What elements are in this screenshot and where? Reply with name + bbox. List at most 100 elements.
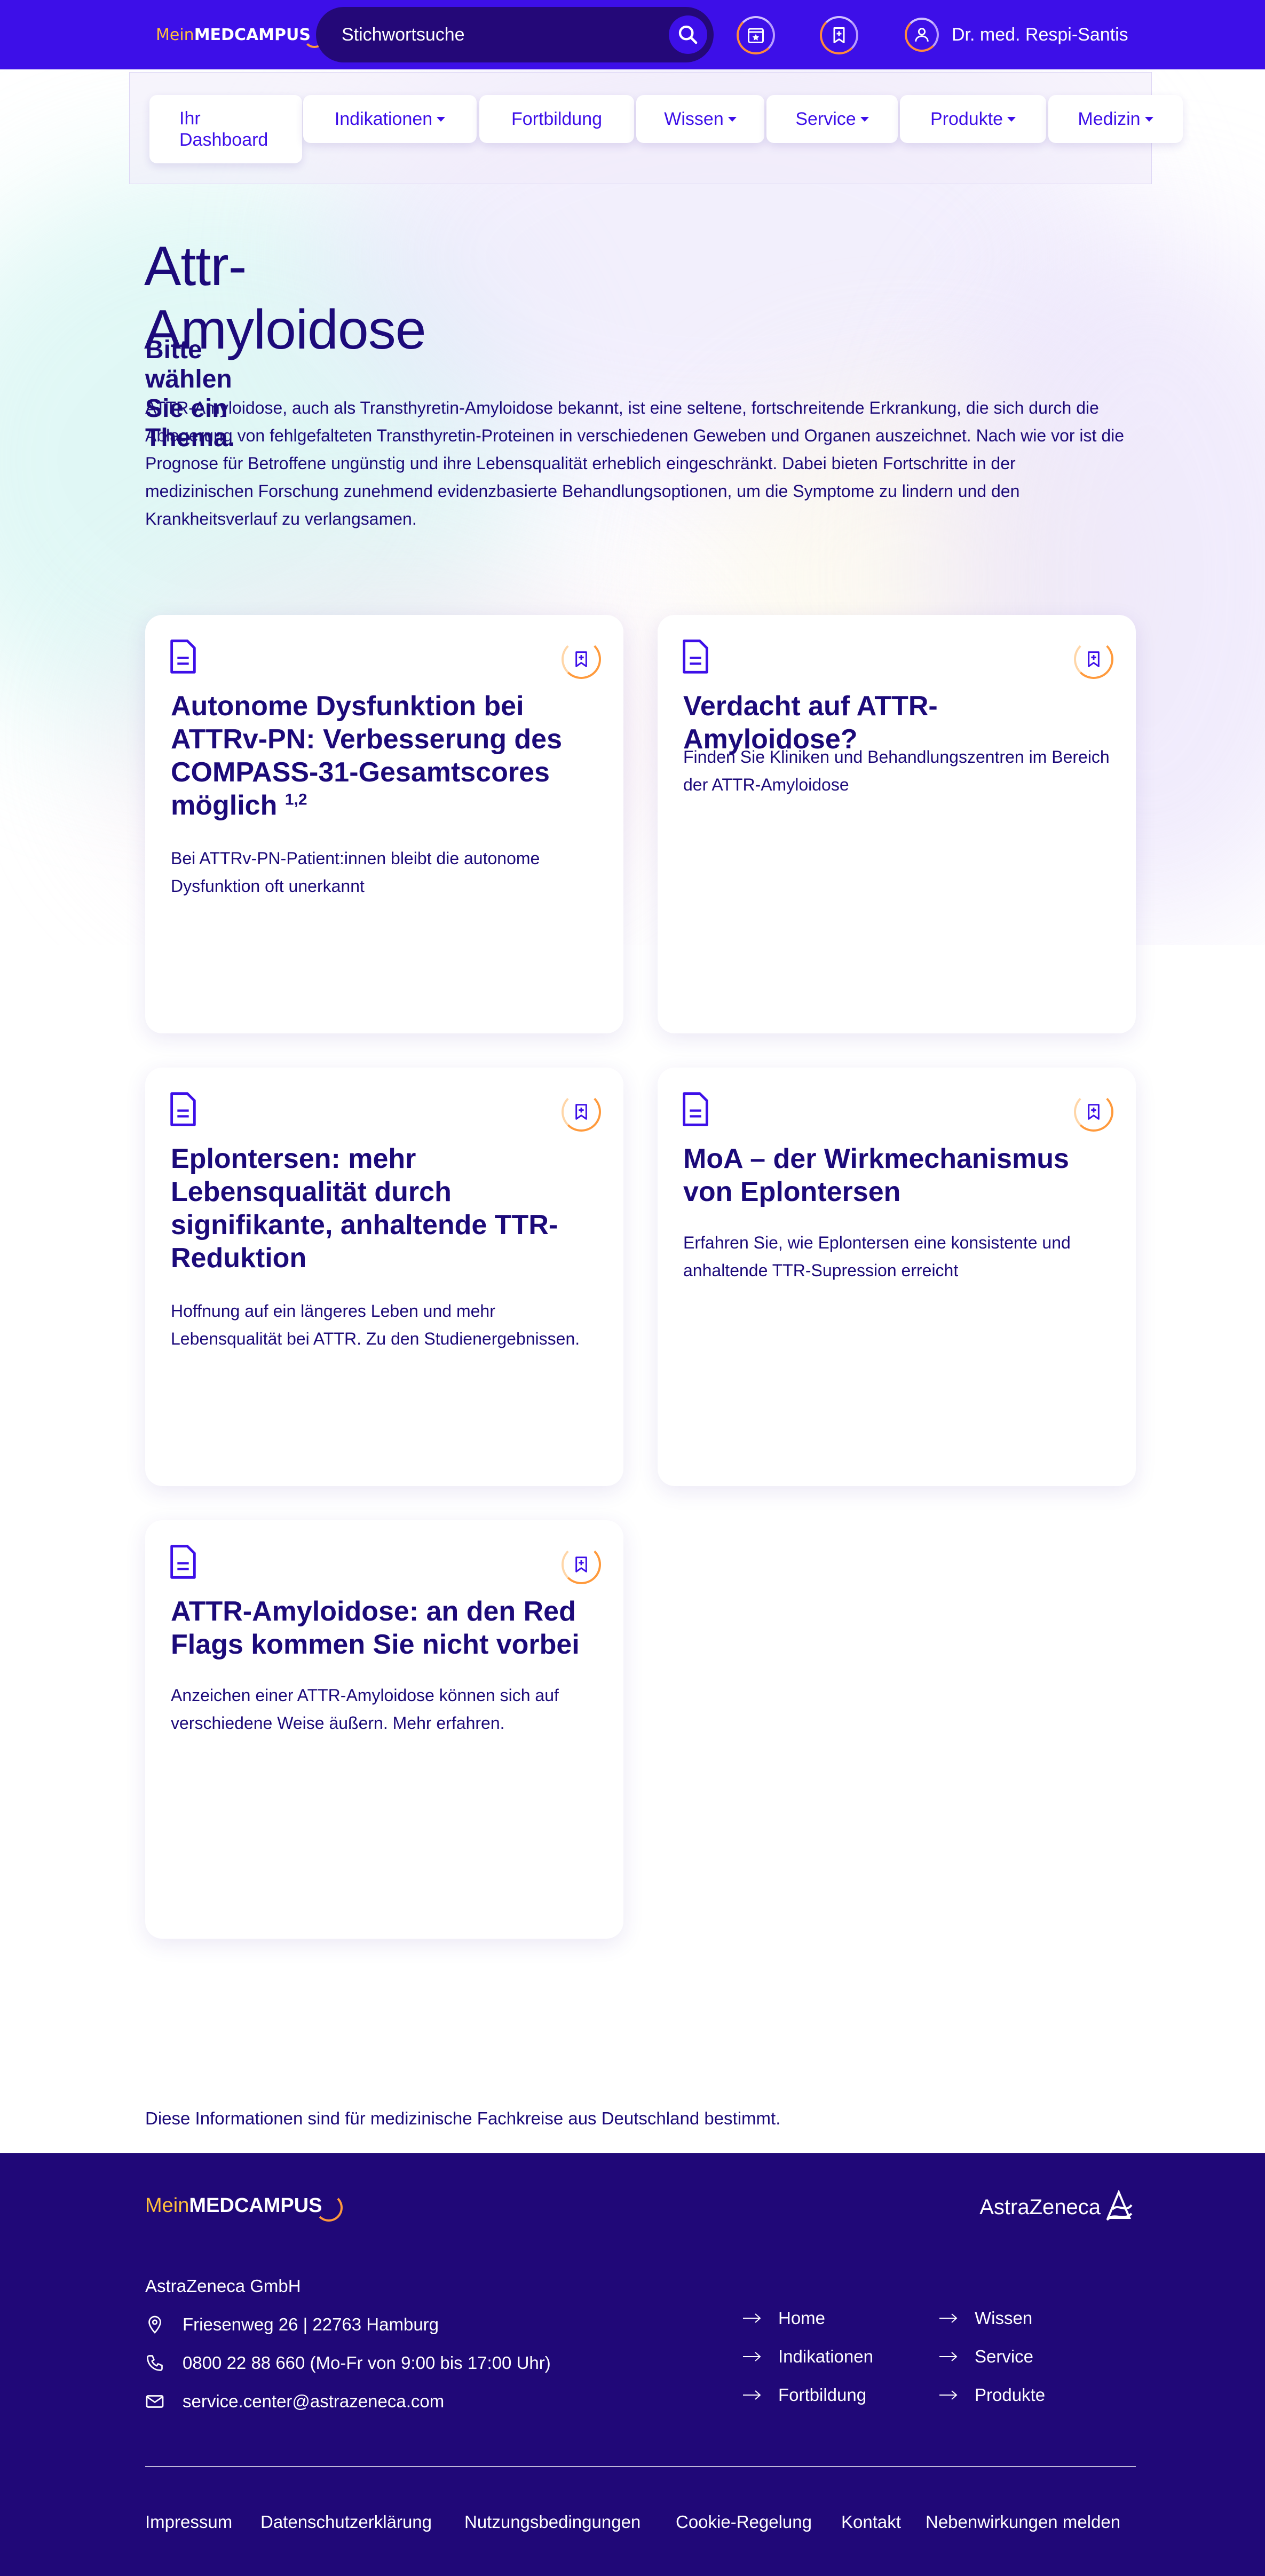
astrazeneca-wordmark: AstraZeneca [979,2195,1101,2219]
bookmark-list-icon [833,27,845,43]
arrow-right-icon [939,2352,958,2361]
footer-link-nutzungsbedingungen[interactable]: Nutzungsbedingungen [464,2512,641,2532]
logo-prefix: Mein [145,2194,189,2217]
nav-item-label: Service [795,108,856,129]
card-text: Hoffnung auf ein längeres Leben und mehr… [171,1301,580,1348]
nav-item-label: Ihr Dashboard [179,108,268,150]
logo-prefix: Mein [156,25,194,44]
footer-link-fortbildung[interactable]: Fortbildung [742,2385,866,2405]
card-text: Bei ATTRv-PN-Patient:innen bleibt die au… [171,849,540,896]
footer-link-wissen[interactable]: Wissen [938,2308,1032,2328]
footer-link-nebenwirkungen[interactable]: Nebenwirkungen melden [926,2512,1120,2532]
location-pin-icon [148,2316,161,2334]
user-name: Dr. med. Respi-Santis [952,24,1128,45]
arrow-right-icon [743,2313,761,2323]
bookmark-add-button[interactable] [1074,1092,1113,1132]
caret-down-icon [728,116,737,122]
nav-item-service[interactable]: Service [766,95,898,143]
email-text: service.center@astrazeneca.com [183,2391,445,2411]
footer-divider [145,2466,1136,2467]
footer-link-label: Home [778,2308,826,2328]
footer-link-home[interactable]: Home [742,2308,825,2328]
search-bar [316,7,714,62]
caret-down-icon [860,116,869,122]
footer-link-indikationen[interactable]: Indikationen [742,2346,873,2367]
calendar-star-icon [748,28,764,43]
nav-item-label: Medizin [1078,108,1141,129]
bookmark-plus-icon [1088,651,1100,667]
logo-main: MEDCAMPUS [194,25,311,44]
search-button[interactable] [669,15,707,54]
caret-down-icon [437,116,446,122]
footer-meinmedcampus-logo[interactable]: Mein MEDCAMPUS [145,2190,343,2222]
mail-icon [146,2395,164,2408]
astrazeneca-logo[interactable]: AstraZeneca [979,2188,1134,2226]
footer-link-label: Service [975,2346,1034,2366]
caret-down-icon [1007,116,1016,122]
top-header: MeinMEDCAMPUS Dr. med. Respi-Santis [0,0,1265,69]
intro-text: ATTR-Amyloidose, auch als Transthyretin-… [145,398,1125,528]
bookmark-add-button[interactable] [562,1545,601,1584]
address-text: Friesenweg 26 | 22763 Hamburg [183,2314,439,2334]
document-icon [170,1092,196,1126]
arrow-right-icon [939,2313,958,2323]
logo-main: MEDCAMPUS [189,2194,322,2217]
footer-link-label: Indikationen [778,2346,873,2366]
footer-link-label: Produkte [975,2385,1046,2405]
bookmark-plus-icon [575,651,587,667]
phone-icon [147,2355,163,2371]
search-icon [678,25,698,44]
logo-ring-icon [314,2194,343,2222]
arrow-right-icon [743,2390,761,2400]
card-title: Autonome Dysfunktion bei ATTRv-PN: Verbe… [171,691,563,821]
document-icon [170,639,196,674]
card-title: ATTR-Amyloidose: an den Red Flags kommen… [171,1596,580,1660]
user-menu[interactable]: Dr. med. Respi-Santis [905,15,1128,54]
phone-text: 0800 22 88 660 (Mo-Fr von 9:00 bis 17:00… [183,2353,551,2373]
footer-link-label: Fortbildung [778,2385,867,2405]
bookmark-plus-icon [1088,1104,1100,1120]
card-superscript: 1,2 [284,791,307,809]
meinmedcampus-logo[interactable]: Mein MEDCAMPUS [156,21,326,48]
document-icon [170,1545,196,1579]
footer-link-kontakt[interactable]: Kontakt [841,2512,901,2532]
nav-item-fortbildung[interactable]: Fortbildung [479,95,634,143]
document-icon [683,1092,708,1126]
arrow-right-icon [743,2352,761,2361]
footer-link-label: Wissen [975,2308,1033,2328]
topic-card[interactable]: ATTR-Amyloidose: an den Red Flags kommen… [145,1520,623,1939]
arrow-right-icon [939,2390,958,2400]
caret-down-icon [1144,116,1153,122]
search-input[interactable] [342,7,641,62]
card-text: Anzeichen einer ATTR-Amyloidose können s… [171,1686,559,1733]
bookmarks-button[interactable] [820,16,858,54]
audience-disclaimer: Diese Informationen sind für medizinisch… [145,2108,781,2128]
footer-link-produkte[interactable]: Produkte [938,2385,1045,2405]
nav-item-label: Produkte [930,108,1003,129]
footer-link-impressum[interactable]: Impressum [145,2512,232,2532]
phone-line[interactable]: 0800 22 88 660 (Mo-Fr von 9:00 bis 17:00… [145,2353,551,2373]
footer-link-cookie-regelung[interactable]: Cookie-Regelung [676,2512,812,2532]
topic-card[interactable]: Eplontersen: mehr Lebensqualität durch s… [145,1068,623,1486]
topic-card[interactable]: MoA – der Wirkmechanismus von Eplonterse… [658,1068,1136,1486]
nav-item-wissen[interactable]: Wissen [636,95,764,143]
nav-item-produkte[interactable]: Produkte [900,95,1046,143]
card-title: MoA – der Wirkmechanismus von Eplonterse… [683,1143,1069,1207]
bookmark-add-button[interactable] [1074,639,1113,679]
bookmark-add-button[interactable] [562,1092,601,1132]
calendar-button[interactable] [737,16,775,54]
nav-item-medizin[interactable]: Medizin [1048,95,1183,143]
card-title: Eplontersen: mehr Lebensqualität durch s… [171,1143,558,1274]
nav-item-label: Fortbildung [511,108,603,129]
nav-item-label: Indikationen [334,108,433,129]
nav-item-dashboard[interactable]: Ihr Dashboard [149,95,302,163]
nav-item-indikationen[interactable]: Indikationen [303,95,477,143]
email-line[interactable]: service.center@astrazeneca.com [145,2391,444,2412]
nav-item-label: Wissen [664,108,724,129]
bookmark-add-button[interactable] [562,639,601,679]
topic-card[interactable]: Verdacht auf ATTR-Amyloidose? Finden Sie… [658,615,1136,1033]
address-line: Friesenweg 26 | 22763 Hamburg [145,2314,439,2335]
topic-card[interactable]: Autonome Dysfunktion bei ATTRv-PN: Verbe… [145,615,623,1033]
footer-link-service[interactable]: Service [938,2346,1033,2367]
footer-link-datenschutz[interactable]: Datenschutzerklärung [260,2512,432,2532]
